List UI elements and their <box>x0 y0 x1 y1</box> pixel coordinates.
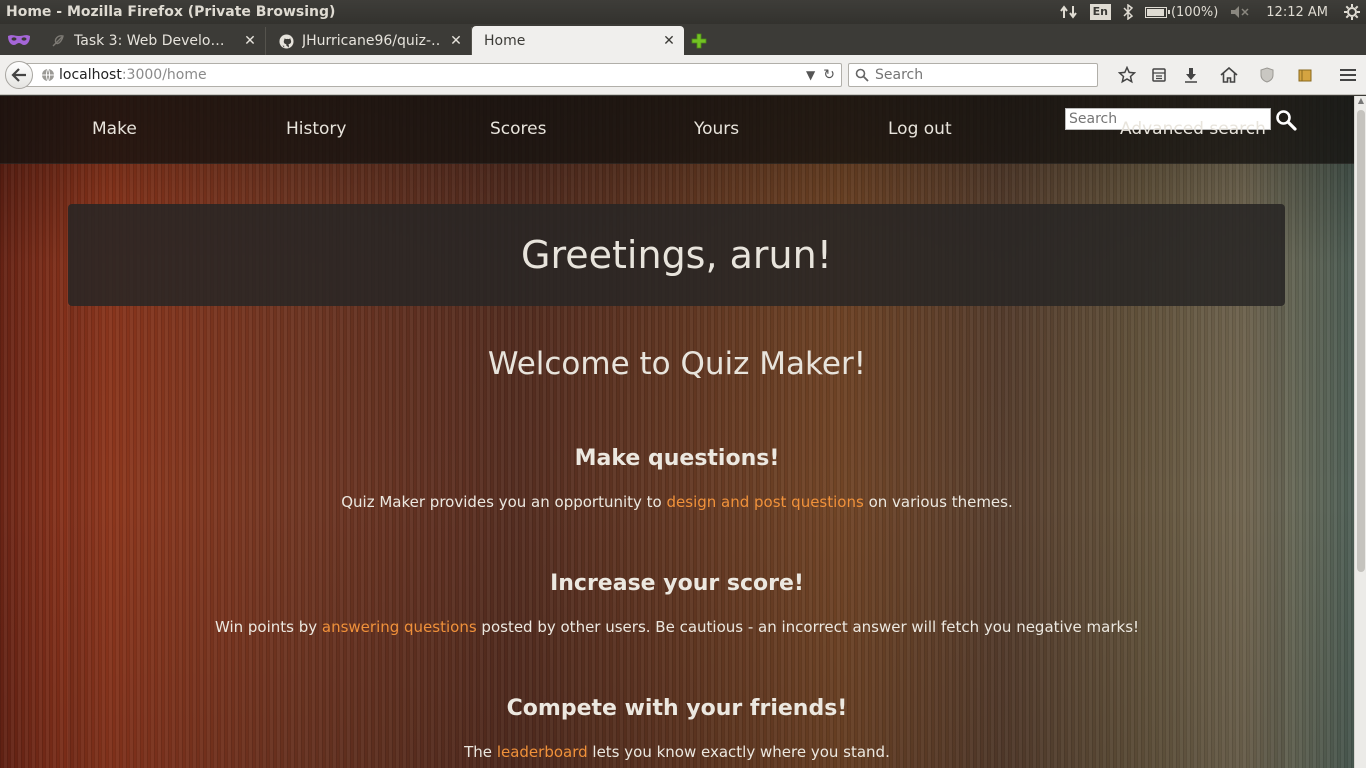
pocket-extension-icon[interactable] <box>1286 63 1324 87</box>
feature-heading: Compete with your friends! <box>506 696 848 721</box>
browser-search-input[interactable] <box>875 67 1085 83</box>
nav-history[interactable]: History <box>286 119 346 139</box>
new-tab-button[interactable] <box>684 27 714 55</box>
close-icon[interactable]: ✕ <box>449 34 463 48</box>
url-path: :3000/home <box>121 67 207 83</box>
nav-scores[interactable]: Scores <box>490 119 546 139</box>
advanced-search-link[interactable]: Advanced search <box>1120 119 1266 139</box>
page-scrollbar[interactable]: ▲ <box>1354 96 1366 768</box>
greeting-heading: Greetings, arun! <box>521 233 832 277</box>
site-navbar: Make History Scores Yours Log out Advanc… <box>0 96 1354 164</box>
greeting-banner: Greetings, arun! <box>68 204 1285 306</box>
tab-github-repo[interactable]: JHurricane96/quiz-… ✕ <box>266 27 472 55</box>
menu-hamburger-icon[interactable] <box>1324 63 1366 87</box>
leaderboard-link[interactable]: leaderboard <box>497 743 588 761</box>
keyboard-layout-indicator[interactable]: En <box>1084 0 1117 24</box>
battery-percent: (100%) <box>1170 4 1219 20</box>
close-icon[interactable]: ✕ <box>662 34 676 48</box>
url-bar[interactable]: localhost:3000/home ▼ ↻ <box>20 63 842 87</box>
feature-heading: Make questions! <box>574 446 780 471</box>
home-icon[interactable] <box>1210 63 1248 87</box>
back-arrow-icon <box>11 68 26 82</box>
browser-search-bar[interactable] <box>848 63 1098 87</box>
reading-list-icon[interactable] <box>1146 63 1172 87</box>
feature-text: Win points by answering questions posted… <box>214 618 1140 636</box>
nav-logout[interactable]: Log out <box>888 119 952 139</box>
answering-questions-link[interactable]: answering questions <box>322 618 477 636</box>
search-icon[interactable] <box>1275 109 1297 131</box>
welcome-heading: Welcome to Quiz Maker! <box>487 346 867 382</box>
bluetooth-icon[interactable] <box>1117 0 1139 24</box>
tab-task3[interactable]: Task 3: Web Develo… ✕ <box>38 27 266 55</box>
tab-label: Home <box>484 32 526 49</box>
feature-text: The leaderboard lets you know exactly wh… <box>464 743 890 761</box>
nav-make[interactable]: Make <box>92 119 137 139</box>
github-icon <box>278 33 294 49</box>
volume-muted-icon[interactable] <box>1224 0 1256 24</box>
navigation-toolbar: localhost:3000/home ▼ ↻ <box>0 55 1366 95</box>
tab-home[interactable]: Home ✕ <box>472 26 684 55</box>
history-dropdown-icon[interactable]: ▼ <box>806 68 815 82</box>
page-content: Make History Scores Yours Log out Advanc… <box>0 96 1354 768</box>
battery-indicator[interactable]: (100%) <box>1139 0 1224 24</box>
indicator-area: En (100%) 12:12 AM <box>1054 0 1366 24</box>
shield-icon[interactable] <box>1248 63 1286 87</box>
tab-strip: Task 3: Web Develo… ✕ JHurricane96/quiz-… <box>0 24 1366 55</box>
downloads-icon[interactable] <box>1172 63 1210 87</box>
scroll-up-arrow-icon[interactable]: ▲ <box>1357 96 1365 106</box>
tab-label: JHurricane96/quiz-… <box>302 33 441 49</box>
back-button[interactable] <box>5 61 33 89</box>
clock[interactable]: 12:12 AM <box>1256 0 1338 24</box>
scroll-thumb[interactable] <box>1357 110 1365 572</box>
bookmark-star-icon[interactable] <box>1108 63 1146 87</box>
globe-icon <box>42 68 54 82</box>
close-icon[interactable]: ✕ <box>243 34 257 48</box>
feature-heading: Increase your score! <box>550 571 804 596</box>
url-host: localhost <box>59 67 122 83</box>
network-icon[interactable] <box>1054 0 1084 24</box>
battery-icon <box>1144 6 1170 18</box>
window-title: Home - Mozilla Firefox (Private Browsing… <box>6 4 336 20</box>
tab-label: Task 3: Web Develo… <box>74 33 225 49</box>
feature-text: Quiz Maker provides you an opportunity t… <box>341 493 1013 511</box>
nav-yours[interactable]: Yours <box>694 119 739 139</box>
os-top-panel: Home - Mozilla Firefox (Private Browsing… <box>0 0 1366 24</box>
quill-icon <box>50 33 66 49</box>
search-icon <box>855 68 869 82</box>
private-browsing-mask-icon <box>0 24 38 55</box>
session-gear-icon[interactable] <box>1338 0 1366 24</box>
reload-icon[interactable]: ↻ <box>823 67 835 83</box>
design-post-questions-link[interactable]: design and post questions <box>667 493 864 511</box>
plus-icon <box>691 33 707 49</box>
